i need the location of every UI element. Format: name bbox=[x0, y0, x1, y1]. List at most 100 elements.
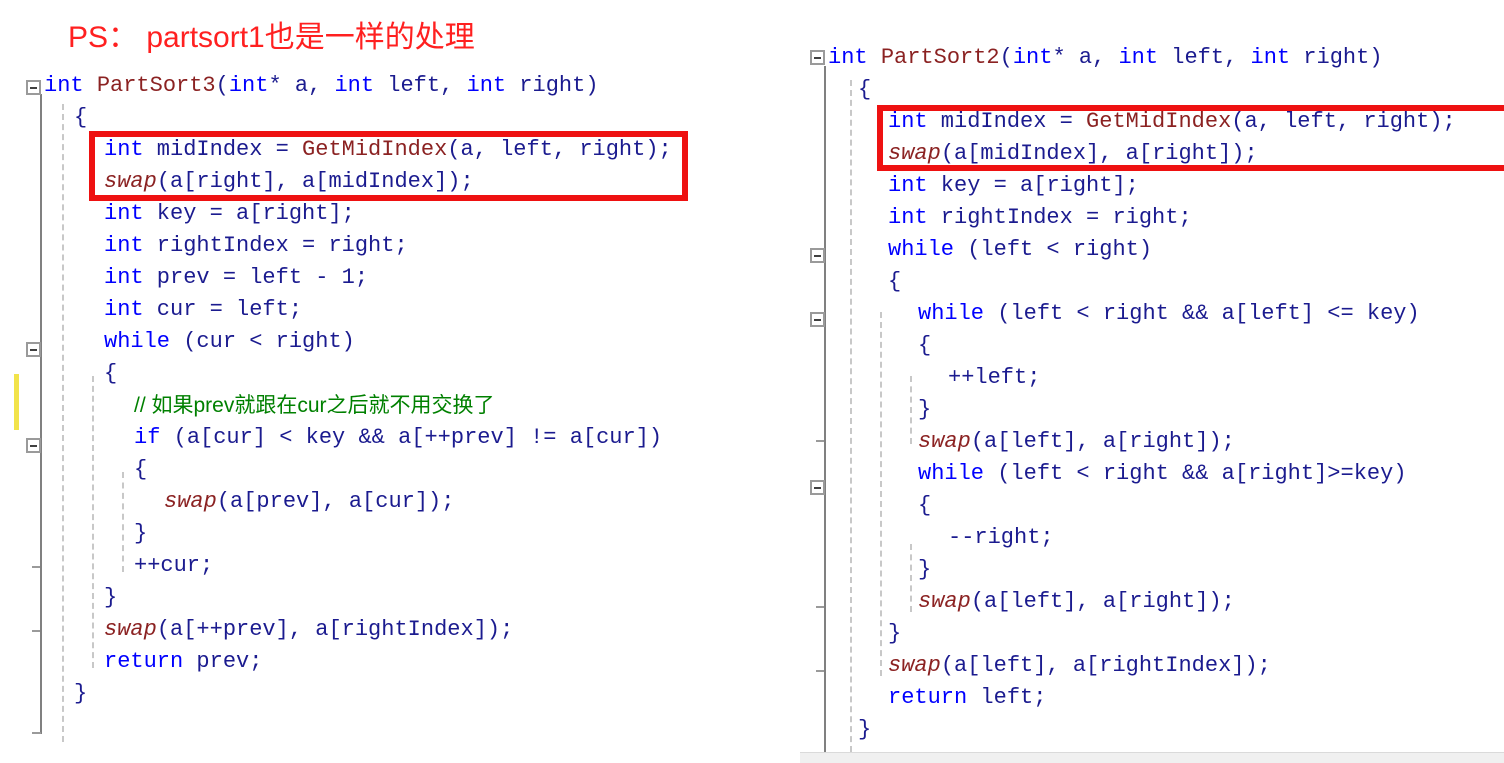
code-token: [ bbox=[243, 489, 257, 514]
code-token: a bbox=[348, 489, 363, 514]
code-panel-left[interactable]: int PartSort3(int* a, int left, int righ… bbox=[0, 70, 790, 763]
code-text-left: int PartSort3(int* a, int left, int righ… bbox=[0, 70, 790, 763]
code-token: } bbox=[104, 585, 118, 610]
code-token: while bbox=[888, 237, 955, 262]
code-token: midIndex bbox=[143, 137, 276, 162]
code-token: int bbox=[888, 205, 928, 230]
code-token: ], bbox=[309, 489, 349, 514]
code-token: [ bbox=[1234, 301, 1249, 326]
code-token: int bbox=[888, 109, 928, 134]
code-token: a bbox=[1020, 173, 1034, 198]
code-token: [ bbox=[967, 141, 981, 166]
code-token: int bbox=[828, 45, 868, 70]
code-token: left bbox=[1284, 109, 1337, 134]
ps-note-text: PS： partsort1也是一样的处理 bbox=[68, 21, 475, 54]
code-line: // 如果prev就跟在cur之后就不用交换了 bbox=[134, 390, 495, 422]
code-line: int key = a[right]; bbox=[104, 198, 355, 230]
code-token: ( bbox=[215, 73, 229, 98]
code-token: prev bbox=[143, 265, 223, 290]
code-token: a bbox=[954, 141, 968, 166]
code-token: * bbox=[1052, 45, 1079, 70]
panel-bottom-divider bbox=[800, 752, 1504, 763]
code-token: ( bbox=[984, 461, 1011, 486]
code-panel-right[interactable]: int PartSort2(int* a, int left, int righ… bbox=[800, 40, 1504, 763]
code-line: swap(a[left], a[right]); bbox=[918, 426, 1235, 458]
code-token: key bbox=[143, 201, 210, 226]
code-token: ) bbox=[341, 329, 355, 354]
code-token: right bbox=[1046, 173, 1113, 198]
code-line: ++left; bbox=[948, 362, 1040, 394]
code-token: [ bbox=[967, 653, 981, 678]
code-line: while (cur < right) bbox=[104, 326, 355, 358]
code-token: [ bbox=[1116, 589, 1130, 614]
code-token: = bbox=[209, 297, 237, 322]
code-token: PartSort2 bbox=[880, 45, 1000, 70]
code-token: right bbox=[1102, 461, 1169, 486]
code-token: cur bbox=[160, 553, 201, 578]
code-line: } bbox=[918, 554, 931, 586]
code-token: int bbox=[104, 201, 144, 226]
code-token: [ bbox=[249, 201, 263, 226]
code-token: a bbox=[1125, 141, 1139, 166]
code-token: ]; bbox=[328, 201, 355, 226]
code-token: left bbox=[1158, 45, 1225, 70]
code-line: } bbox=[104, 582, 117, 614]
code-token: ( bbox=[447, 137, 461, 162]
code-token: , bbox=[1336, 109, 1364, 134]
code-token: int bbox=[104, 297, 144, 322]
code-line: } bbox=[74, 678, 87, 710]
code-token: a bbox=[294, 73, 309, 98]
code-token: , bbox=[1092, 45, 1119, 70]
code-token: right bbox=[196, 169, 263, 194]
code-token: } bbox=[918, 397, 932, 422]
code-token: ( bbox=[999, 45, 1013, 70]
code-token: < bbox=[1063, 461, 1103, 486]
code-line: int midIndex = GetMidIndex(a, left, righ… bbox=[104, 134, 672, 166]
code-token: a bbox=[315, 617, 329, 642]
code-token: left bbox=[967, 685, 1034, 710]
code-token: a bbox=[302, 169, 316, 194]
code-token: ; bbox=[394, 233, 408, 258]
code-token: right bbox=[1129, 429, 1196, 454]
code-token: ]); bbox=[434, 169, 474, 194]
code-token: int bbox=[334, 73, 375, 98]
code-token: rightIndex bbox=[927, 205, 1087, 230]
code-token: = bbox=[1086, 205, 1113, 230]
code-token: midIndex bbox=[980, 141, 1087, 166]
code-token: left bbox=[1248, 301, 1301, 326]
code-token: right bbox=[1072, 237, 1139, 262]
code-token: cur bbox=[213, 425, 253, 450]
code-line: { bbox=[918, 330, 931, 362]
code-line: { bbox=[858, 74, 871, 106]
code-line: { bbox=[74, 102, 87, 134]
code-token: int bbox=[104, 265, 144, 290]
screenshot-root: PS： partsort1也是一样的处理 int PartSort3(int* … bbox=[0, 0, 1504, 763]
code-token: right bbox=[328, 233, 395, 258]
code-token: { bbox=[918, 333, 932, 358]
code-token: , bbox=[552, 137, 580, 162]
code-token: ], bbox=[1033, 653, 1073, 678]
code-token: prev bbox=[183, 649, 250, 674]
code-token: a bbox=[954, 653, 968, 678]
code-token: , bbox=[1257, 109, 1285, 134]
code-token: ( bbox=[156, 169, 171, 194]
code-token: [ bbox=[200, 425, 214, 450]
code-token: swap bbox=[104, 169, 157, 194]
code-token: PartSort3 bbox=[96, 73, 216, 98]
code-line: { bbox=[104, 358, 117, 390]
code-token: = bbox=[275, 137, 303, 162]
code-token: ; bbox=[1178, 205, 1192, 230]
code-token: swap bbox=[918, 429, 971, 454]
code-token: swap bbox=[104, 617, 157, 642]
code-token: ]>= bbox=[1314, 461, 1354, 486]
code-token: midIndex bbox=[927, 109, 1060, 134]
code-token: prev bbox=[450, 425, 504, 450]
code-line: } bbox=[134, 518, 147, 550]
code-token: right bbox=[1363, 109, 1430, 134]
code-token: ]) bbox=[635, 425, 663, 450]
code-token: int bbox=[888, 173, 928, 198]
code-token: a bbox=[569, 425, 583, 450]
code-token: right bbox=[1112, 205, 1179, 230]
